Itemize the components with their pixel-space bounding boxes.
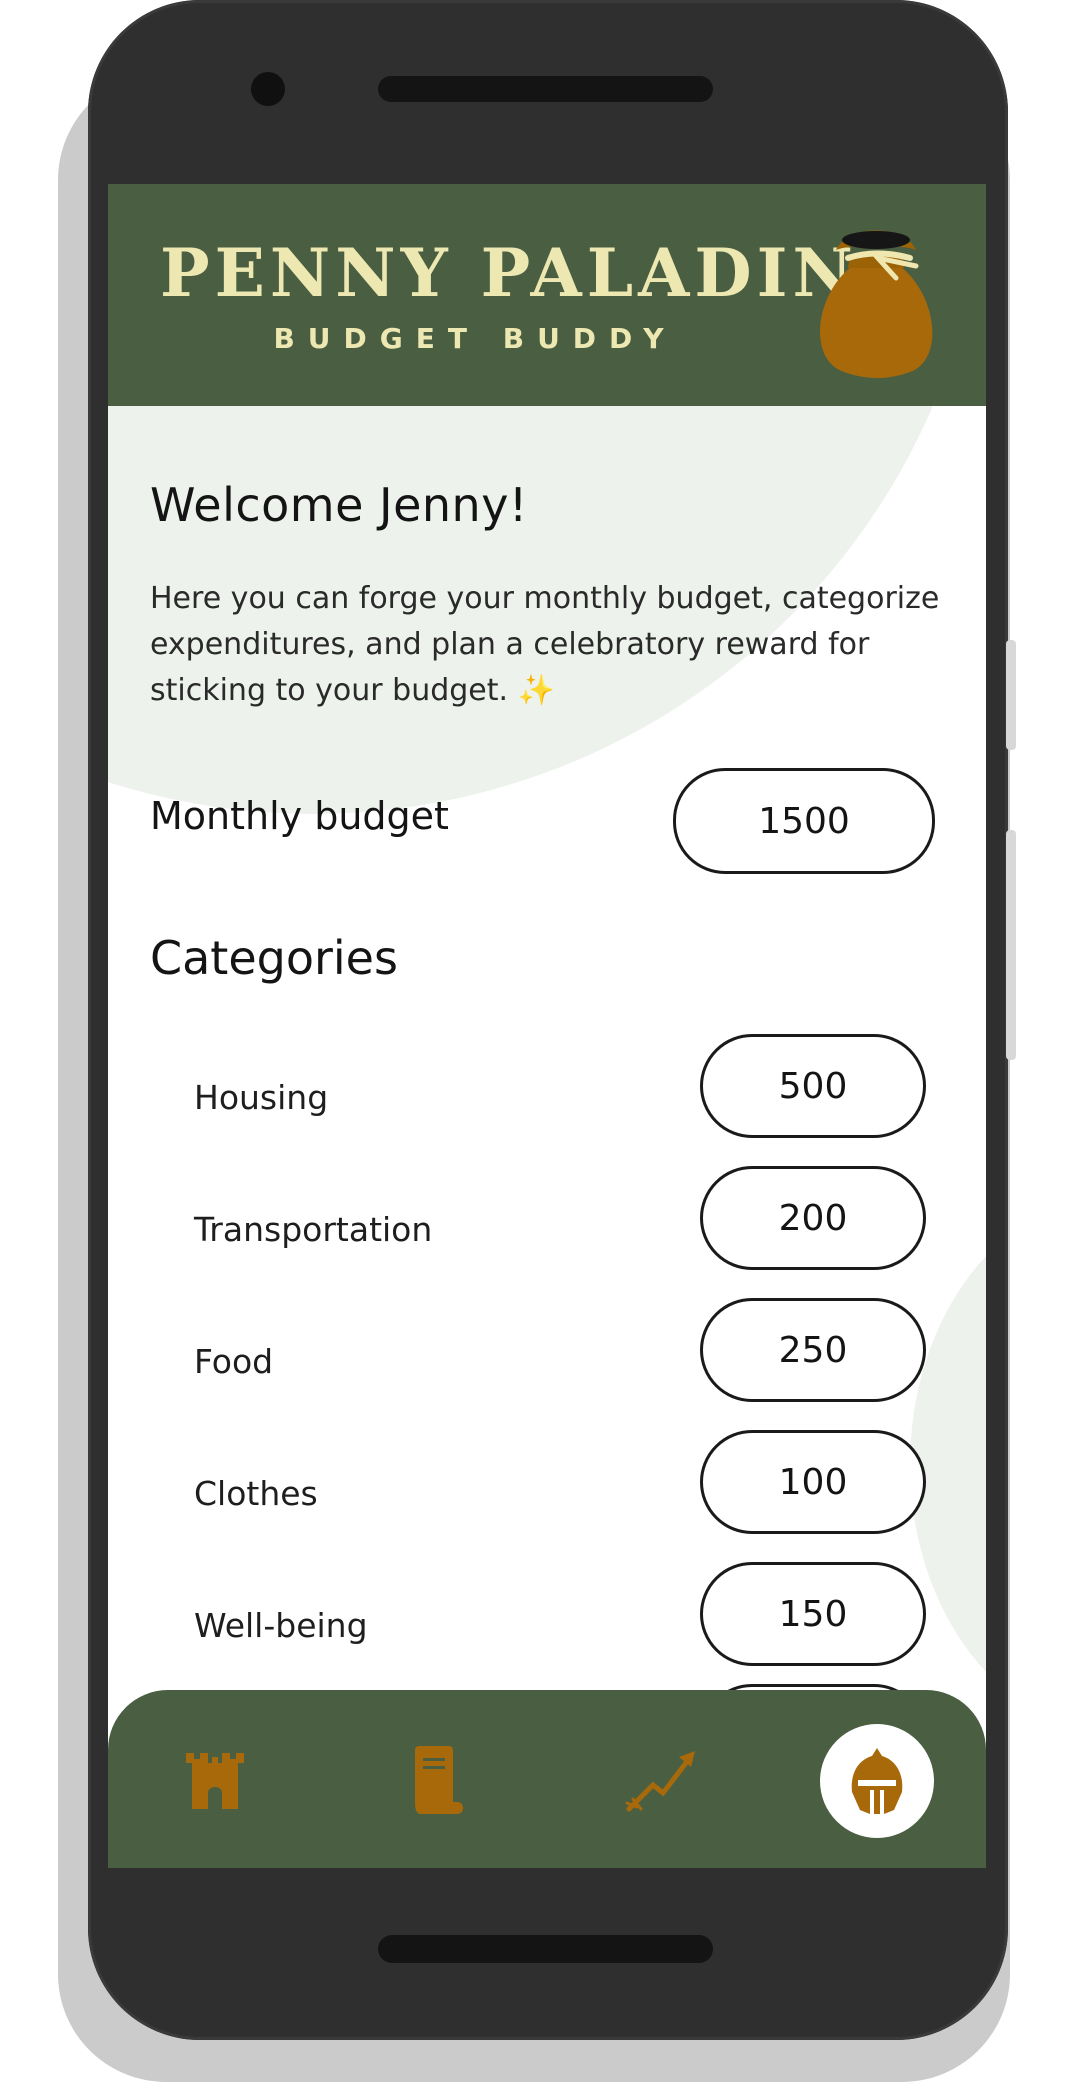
category-label-clothes: Clothes — [194, 1474, 318, 1513]
app-title: PENNY PALADIN — [160, 234, 858, 312]
category-input-well-being[interactable]: 150 — [700, 1562, 926, 1666]
category-label-housing: Housing — [194, 1078, 329, 1117]
monthly-budget-label: Monthly budget — [150, 794, 449, 838]
category-input-transportation[interactable]: 200 — [700, 1166, 926, 1270]
intro-text: Here you can forge your monthly budget, … — [150, 581, 940, 708]
nav-item-home[interactable] — [160, 1730, 270, 1830]
nav-item-profile[interactable] — [820, 1724, 934, 1838]
category-input-clothes[interactable]: 100 — [700, 1430, 926, 1534]
volume-button — [1006, 830, 1016, 1060]
app-subtitle: BUDGET BUDDY — [273, 322, 677, 355]
helmet-icon — [851, 1748, 903, 1814]
scroll-icon — [415, 1746, 463, 1814]
nav-item-records[interactable] — [384, 1730, 494, 1830]
castle-icon — [186, 1753, 244, 1809]
category-label-food: Food — [194, 1342, 274, 1381]
category-input-housing[interactable]: 500 — [700, 1034, 926, 1138]
category-input-food[interactable]: 250 — [700, 1298, 926, 1402]
bottom-speaker — [378, 1935, 713, 1963]
categories-heading: Categories — [150, 931, 398, 985]
money-bag-icon — [820, 230, 933, 378]
app-screen: PENNY PALADIN BUDGET BUDDY Welcome Jenny… — [108, 184, 986, 1868]
earpiece-speaker — [378, 76, 713, 102]
app-header: PENNY PALADIN BUDGET BUDDY — [108, 184, 986, 406]
nav-item-progress[interactable] — [608, 1730, 718, 1830]
category-label-transportation: Transportation — [194, 1210, 433, 1249]
welcome-heading: Welcome Jenny! — [150, 478, 528, 532]
arrow-icon — [625, 1751, 695, 1812]
main-content: Welcome Jenny! Here you can forge your m… — [108, 406, 986, 1868]
monthly-budget-input[interactable]: 1500 — [673, 768, 935, 874]
bottom-nav-bar — [108, 1690, 986, 1868]
category-label-well-being: Well-being — [194, 1606, 368, 1645]
front-camera — [251, 72, 285, 106]
power-button — [1006, 640, 1016, 750]
